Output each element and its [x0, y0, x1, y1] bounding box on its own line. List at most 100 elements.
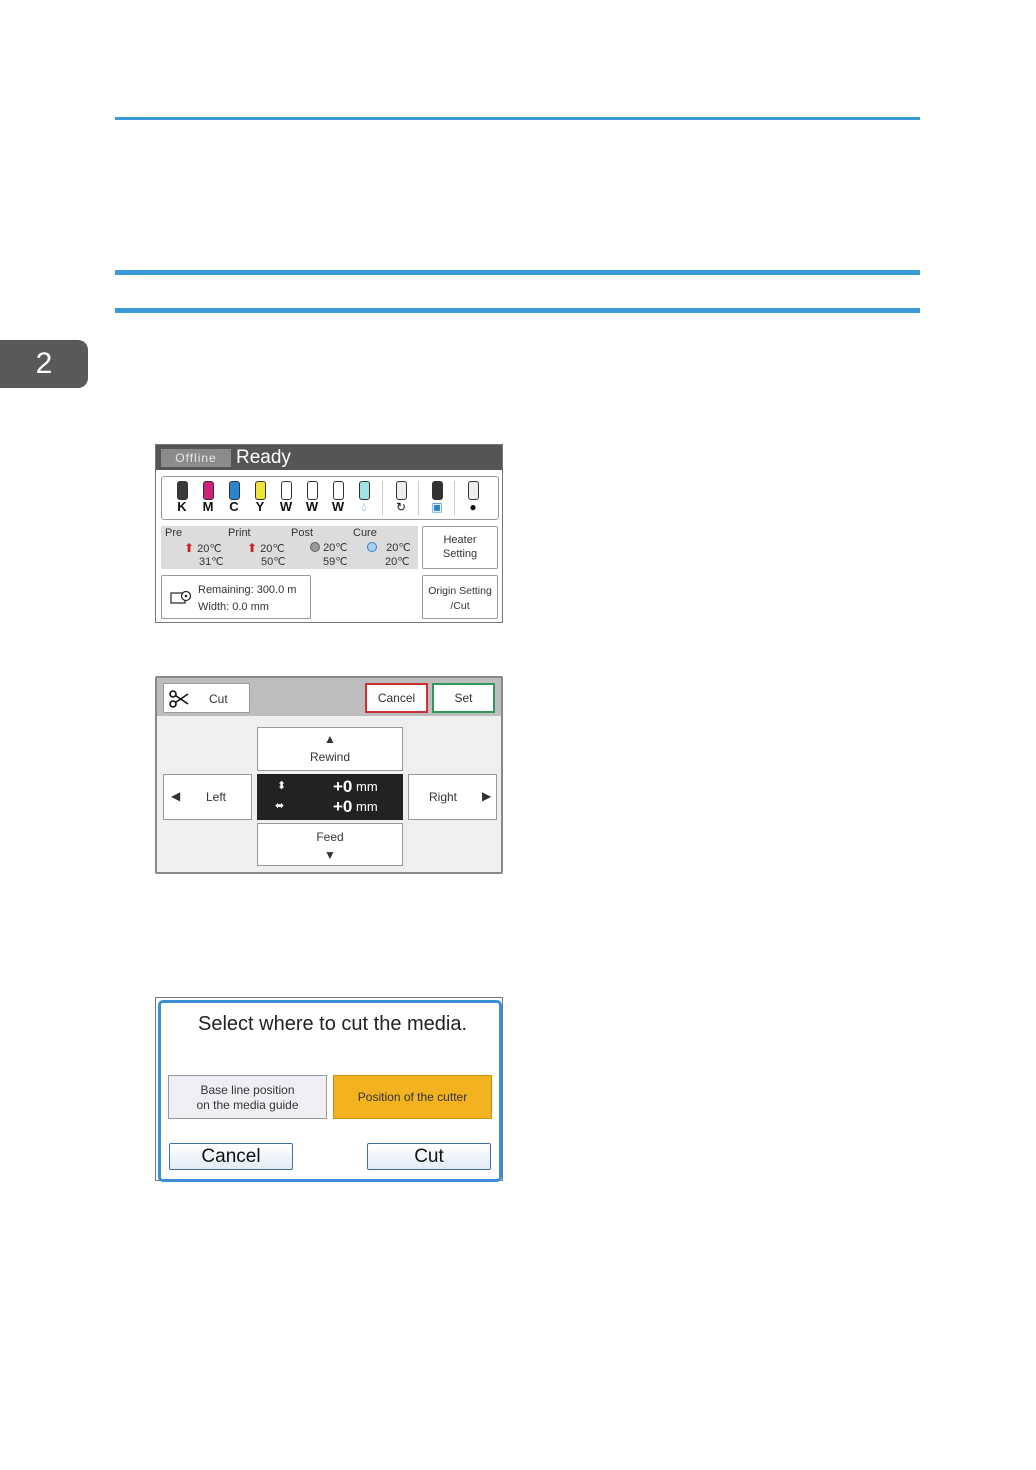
offline-button[interactable]: Offline [161, 449, 231, 467]
heater-set-post: 20℃ [310, 541, 348, 554]
dialog-cut-button[interactable]: Cut [367, 1143, 491, 1170]
horizontal-arrows-icon: ⬌ [275, 800, 285, 812]
heater-set-pre: ⬆ 20℃ [184, 541, 222, 555]
heater-status-panel: Pre Print Post Cure ⬆ 20℃ 31℃ ⬆ 20℃ 50℃ … [161, 526, 418, 569]
heater-label-print: Print [228, 527, 251, 539]
dialog-prompt: Select where to cut the media. [198, 1013, 468, 1035]
right-label: Right [429, 790, 458, 804]
media-roll-icon [170, 590, 192, 604]
media-remaining: Remaining: 300.0 m [198, 584, 297, 596]
divider [382, 481, 383, 515]
right-button[interactable]: Right ▶ [408, 774, 497, 820]
rewind-button[interactable]: ▲ Rewind [257, 727, 403, 771]
ink-label: W [331, 499, 345, 514]
chapter-tab: 2 [0, 340, 88, 388]
heater-current-print: 50℃ [261, 556, 286, 568]
take-up-state-icon: ● [469, 500, 477, 514]
media-state-icon: ▣ [431, 500, 443, 514]
ink-tank-icon [254, 481, 266, 500]
cut-label: Cut [209, 692, 228, 706]
heater-current-cure: 20℃ [385, 556, 410, 568]
scissors-icon [169, 690, 189, 708]
ink-w1: W [275, 481, 297, 514]
take-up-icon [467, 481, 479, 500]
divider [418, 481, 419, 515]
ink-label: C [229, 499, 239, 514]
ink-tank-icon [280, 481, 292, 500]
ink-tank-icon [395, 481, 407, 500]
feed-label: Feed [316, 830, 344, 844]
ink-label: K [177, 499, 187, 514]
cut-location-dialog: Select where to cut the media. Base line… [155, 997, 503, 1182]
ink-k: K [171, 481, 193, 514]
cut-mode-button[interactable]: Cut [163, 683, 250, 713]
ink-y: Y [249, 481, 271, 514]
media-roll: ▣ [426, 481, 448, 514]
cutter-position-option-button[interactable]: Position of the cutter [333, 1075, 492, 1119]
arrow-down-icon: ▼ [324, 848, 336, 862]
take-up: ● [462, 481, 484, 514]
ink-label: W [279, 499, 293, 514]
unit-label: mm [356, 799, 378, 814]
ink-status-panel: K M C Y W W W 💧︎ ↻ ▣ ● [161, 476, 499, 520]
ink-w3: W [327, 481, 349, 514]
section-rule-bottom [115, 308, 920, 313]
vertical-offset: +0 [333, 777, 353, 796]
unit-label: mm [356, 779, 378, 794]
heater-current-pre: 31℃ [199, 556, 224, 568]
ink-label: Y [255, 499, 265, 514]
ink-tank-icon [176, 481, 188, 500]
arrow-up-icon: ▲ [324, 732, 336, 746]
heater-label-pre: Pre [165, 527, 183, 539]
ink-tank-icon [202, 481, 214, 500]
media-info-button[interactable]: Remaining: 300.0 m Width: 0.0 mm [161, 575, 311, 619]
heater-set-print: ⬆ 20℃ [247, 541, 285, 555]
vertical-arrows-icon: ⬍ [277, 780, 287, 792]
heater-set-cure: 20℃ [367, 541, 411, 554]
left-button[interactable]: ◀ Left [163, 774, 252, 820]
heater-current-post: 59℃ [323, 556, 348, 568]
ready-dot-icon [367, 542, 377, 552]
waste-ink: ↻ [390, 481, 412, 514]
ink-w2: W [301, 481, 323, 514]
offset-display: ⬍ +0 mm ⬌ +0 mm [257, 774, 403, 820]
ink-m: M [197, 481, 219, 514]
dialog-cancel-button[interactable]: Cancel [169, 1143, 293, 1170]
horizontal-offset: +0 [333, 797, 353, 816]
set-button[interactable]: Set [432, 683, 495, 713]
heating-arrow-icon: ⬆ [184, 541, 195, 555]
header-rule [115, 117, 920, 120]
divider [454, 481, 455, 515]
feed-button[interactable]: Feed ▼ [257, 823, 403, 866]
rewind-label: Rewind [309, 750, 351, 764]
heater-label-post: Post [291, 527, 314, 539]
heating-arrow-icon: ⬆ [247, 541, 258, 555]
ink-cleaning: 💧︎ [353, 481, 375, 514]
printer-status-screen: Offline Ready K M C Y W W W 💧︎ ↻ ▣ ● Pre… [155, 444, 503, 623]
dialog-frame: Select where to cut the media. Base line… [158, 1000, 502, 1182]
heater-label-cure: Cure [353, 527, 377, 539]
cancel-button[interactable]: Cancel [365, 683, 428, 713]
media-roll-icon [431, 481, 443, 500]
section-rule-top [115, 270, 920, 275]
status-text: Ready [236, 447, 291, 468]
cut-position-screen: Cut Cancel Set ▲ Rewind ◀ Left ⬍ +0 mm ⬌… [155, 676, 503, 874]
ink-tank-icon [306, 481, 318, 500]
idle-dot-icon [310, 542, 320, 552]
ink-tank-icon [228, 481, 240, 500]
status-bar: Offline Ready [156, 445, 502, 470]
heater-setting-button[interactable]: Heater Setting [422, 526, 498, 569]
waste-icon: ↻ [395, 500, 407, 514]
ink-label: W [305, 499, 319, 514]
drop-icon: 💧︎ [361, 499, 367, 514]
ink-tank-icon [358, 481, 370, 500]
arrow-right-icon: ▶ [482, 789, 492, 803]
origin-setting-cut-button[interactable]: Origin Setting/Cut [422, 575, 498, 619]
base-line-option-button[interactable]: Base line position on the media guide [168, 1075, 327, 1119]
ink-label: M [202, 499, 214, 514]
ink-c: C [223, 481, 245, 514]
ink-tank-icon [332, 481, 344, 500]
arrow-left-icon: ◀ [171, 789, 181, 803]
media-width: Width: 0.0 mm [198, 601, 269, 613]
left-label: Left [206, 790, 227, 804]
